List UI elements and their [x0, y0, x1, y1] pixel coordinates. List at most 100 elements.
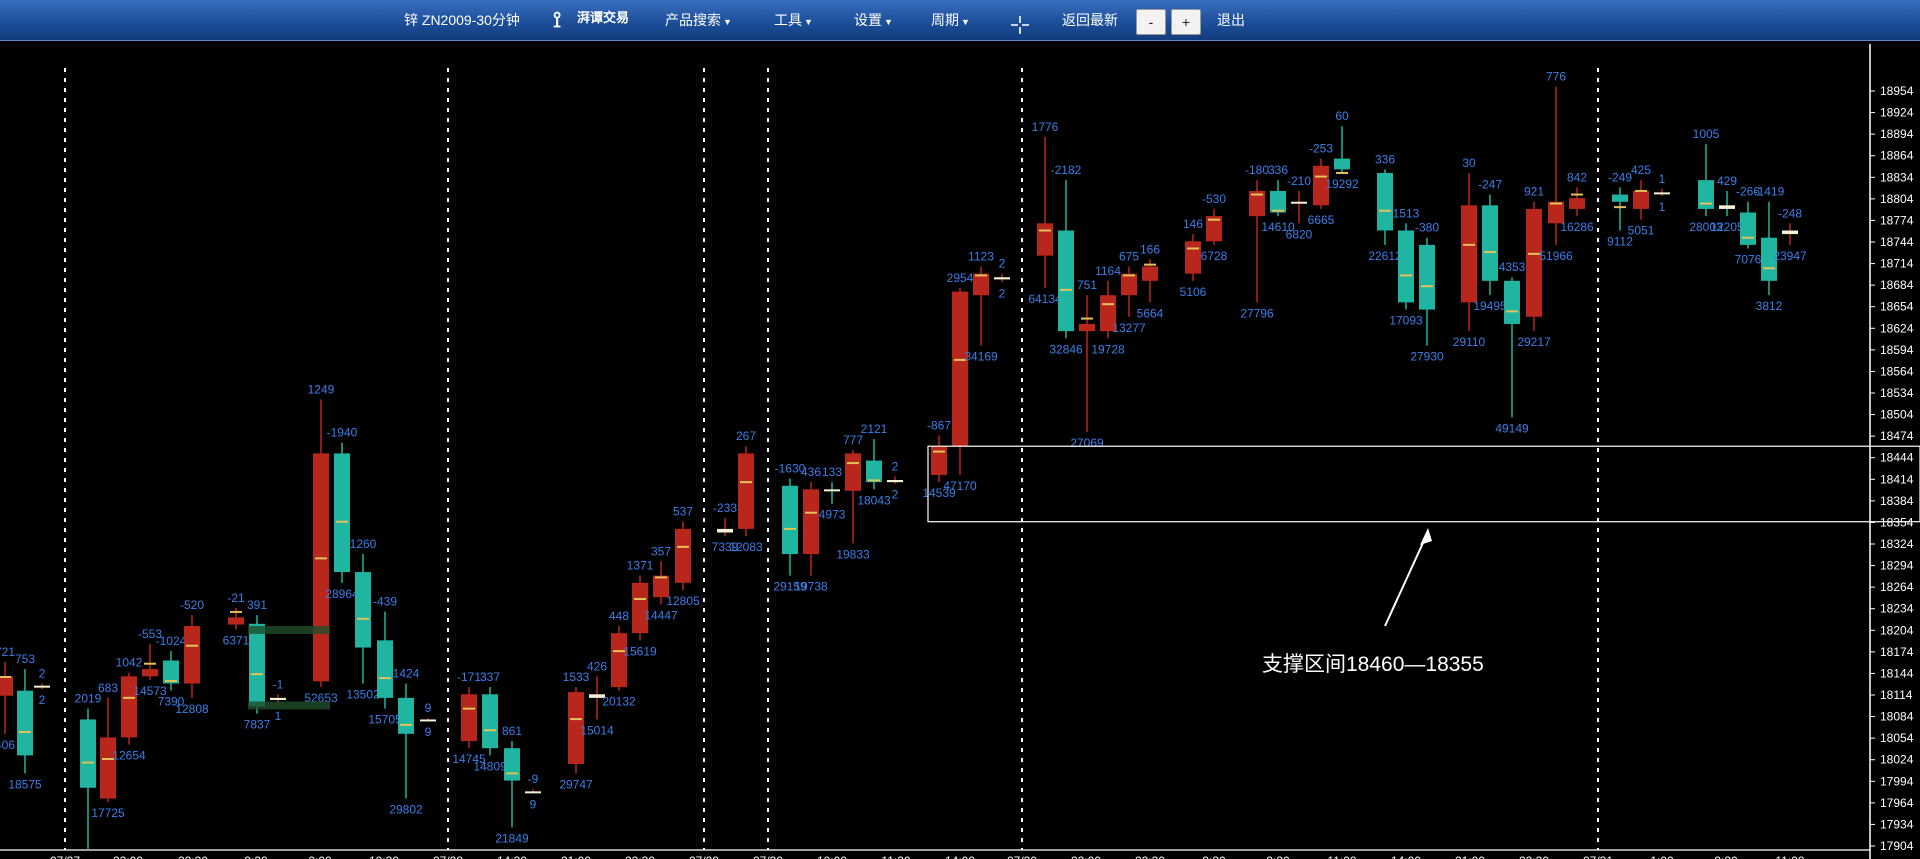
- candle-bottom-label: 19738: [794, 580, 828, 594]
- candle-bottom-label: 12205: [1710, 220, 1744, 234]
- candle: -380 27930: [1410, 221, 1444, 364]
- x-tick-label: 07/30: [753, 854, 783, 859]
- candle-top-label: -253: [1309, 142, 1333, 156]
- candle-top-label: 133: [822, 465, 842, 479]
- candle-bottom-label: 27930: [1410, 350, 1444, 364]
- y-tick-label: 18744: [1880, 235, 1914, 249]
- candle-bottom-label: 22612: [1368, 249, 1402, 263]
- candle: 429 12205: [1710, 174, 1744, 234]
- x-tick-label: 14:00: [1391, 854, 1421, 859]
- candle-body: [17, 690, 33, 756]
- candle-bottom-label: 9: [425, 725, 432, 739]
- candle-body: [803, 489, 819, 555]
- x-tick-label: 22:30: [625, 854, 655, 859]
- candle-top-label: 2121: [861, 422, 888, 436]
- y-tick-label: 18144: [1880, 666, 1914, 680]
- candle-top-label: 1260: [350, 537, 377, 551]
- candle-marker: [19, 731, 31, 734]
- candle-top-label: 721: [0, 645, 15, 659]
- candle-top-label: -1940: [327, 426, 358, 440]
- candle: 537 12805: [666, 505, 700, 608]
- candle-bottom-label: 1: [275, 709, 282, 723]
- y-tick-label: 18924: [1880, 106, 1914, 120]
- y-tick-label: 18444: [1880, 451, 1914, 465]
- candle-marker: [1102, 303, 1114, 306]
- candle-body: [420, 719, 436, 722]
- candle-marker: [463, 707, 475, 710]
- y-tick-label: 18024: [1880, 753, 1914, 767]
- candle: -21 6371: [223, 591, 250, 648]
- candlestick-chart[interactable]: 18954 18924 18894 18864 18834 18804 18774 18744…: [0, 0, 1920, 859]
- candle-marker: [1506, 310, 1518, 313]
- candle-top-label: 1164: [1095, 264, 1121, 278]
- candle: 391 7837: [244, 598, 271, 732]
- candle-top-label: -520: [180, 598, 204, 612]
- candle-body: [80, 719, 96, 788]
- candle-marker: [1763, 267, 1775, 270]
- candle-body: [142, 669, 158, 677]
- candle-bottom-label: 12654: [112, 749, 146, 763]
- candle-bottom-label: 19728: [1091, 342, 1125, 356]
- candle-top-label: 267: [736, 429, 756, 443]
- x-tick-label: 14:30: [497, 854, 527, 859]
- y-tick-label: 18684: [1880, 278, 1914, 292]
- candle-top-label: -249: [1608, 170, 1632, 184]
- y-tick-label: 17964: [1880, 796, 1914, 810]
- candle-body: [1079, 323, 1095, 332]
- candle-body: [504, 748, 520, 781]
- candle-bottom-label: 6371: [223, 634, 250, 648]
- candle-marker: [1039, 229, 1051, 232]
- candle-body: [1740, 212, 1756, 245]
- candle-top-label: 426: [587, 659, 607, 673]
- x-tick-label: 9:30: [1714, 854, 1738, 859]
- candle-bottom-label: 6665: [1308, 213, 1335, 227]
- candle-bottom-label: 14447: [644, 608, 678, 622]
- candle-top-label: 1424: [393, 666, 420, 680]
- x-tick-label: 9:30: [1266, 854, 1290, 859]
- candle-body: [249, 623, 265, 707]
- candle-top-label: 861: [502, 724, 522, 738]
- candle-bottom-label: 16286: [1560, 220, 1594, 234]
- x-tick-label: 22:00: [113, 854, 143, 859]
- candle-top-label: 1513: [1393, 206, 1420, 220]
- candle-top-label: 1776: [1032, 120, 1059, 134]
- candle-top-label: 537: [673, 505, 693, 519]
- candle-marker: [0, 676, 11, 679]
- candle: 861 21849: [495, 724, 529, 845]
- candle: 357 14447: [644, 544, 678, 622]
- candle-marker: [1400, 274, 1412, 277]
- candle-marker: [82, 761, 94, 764]
- candle: 675 13277: [1112, 249, 1146, 334]
- candle-bottom-label: 15014: [580, 723, 614, 737]
- candle-marker: [805, 511, 817, 514]
- candle-bottom-label: 27069: [1070, 436, 1104, 450]
- candle: 166 5664: [1137, 242, 1164, 320]
- candle-top-label: -210: [1287, 174, 1311, 188]
- candle-bottom-label: 29747: [559, 777, 593, 791]
- y-tick-label: 18174: [1880, 645, 1914, 659]
- candle-bottom-label: 15705: [368, 713, 402, 727]
- candle-body: [887, 480, 903, 483]
- candle-top-label: 1533: [563, 670, 590, 684]
- candle-marker: [1463, 243, 1475, 246]
- y-tick-label: 18354: [1880, 515, 1914, 529]
- candle-body: [1377, 172, 1393, 231]
- x-tick-label: 07/28: [433, 854, 463, 859]
- y-tick-label: 18534: [1880, 386, 1914, 400]
- candle-marker: [1550, 202, 1562, 205]
- candle-marker: [1379, 209, 1391, 212]
- candle-marker: [1742, 236, 1754, 239]
- candle-marker: [506, 772, 518, 775]
- candle-top-label: 921: [1524, 185, 1544, 199]
- y-tick-label: 18114: [1880, 688, 1913, 702]
- candle-bottom-label: 12083: [729, 540, 763, 554]
- candle-top-label: 753: [15, 652, 35, 666]
- candle-top-label: -530: [1202, 192, 1226, 206]
- candle-top-label: 448: [609, 609, 629, 623]
- x-tick-label: 10:30: [369, 854, 399, 859]
- candle-top-label: 2: [892, 459, 899, 473]
- candle-marker: [251, 673, 263, 676]
- candle-top-label: 357: [651, 544, 671, 558]
- candle-marker: [933, 450, 945, 453]
- candle-bottom-label: 28964: [325, 587, 359, 601]
